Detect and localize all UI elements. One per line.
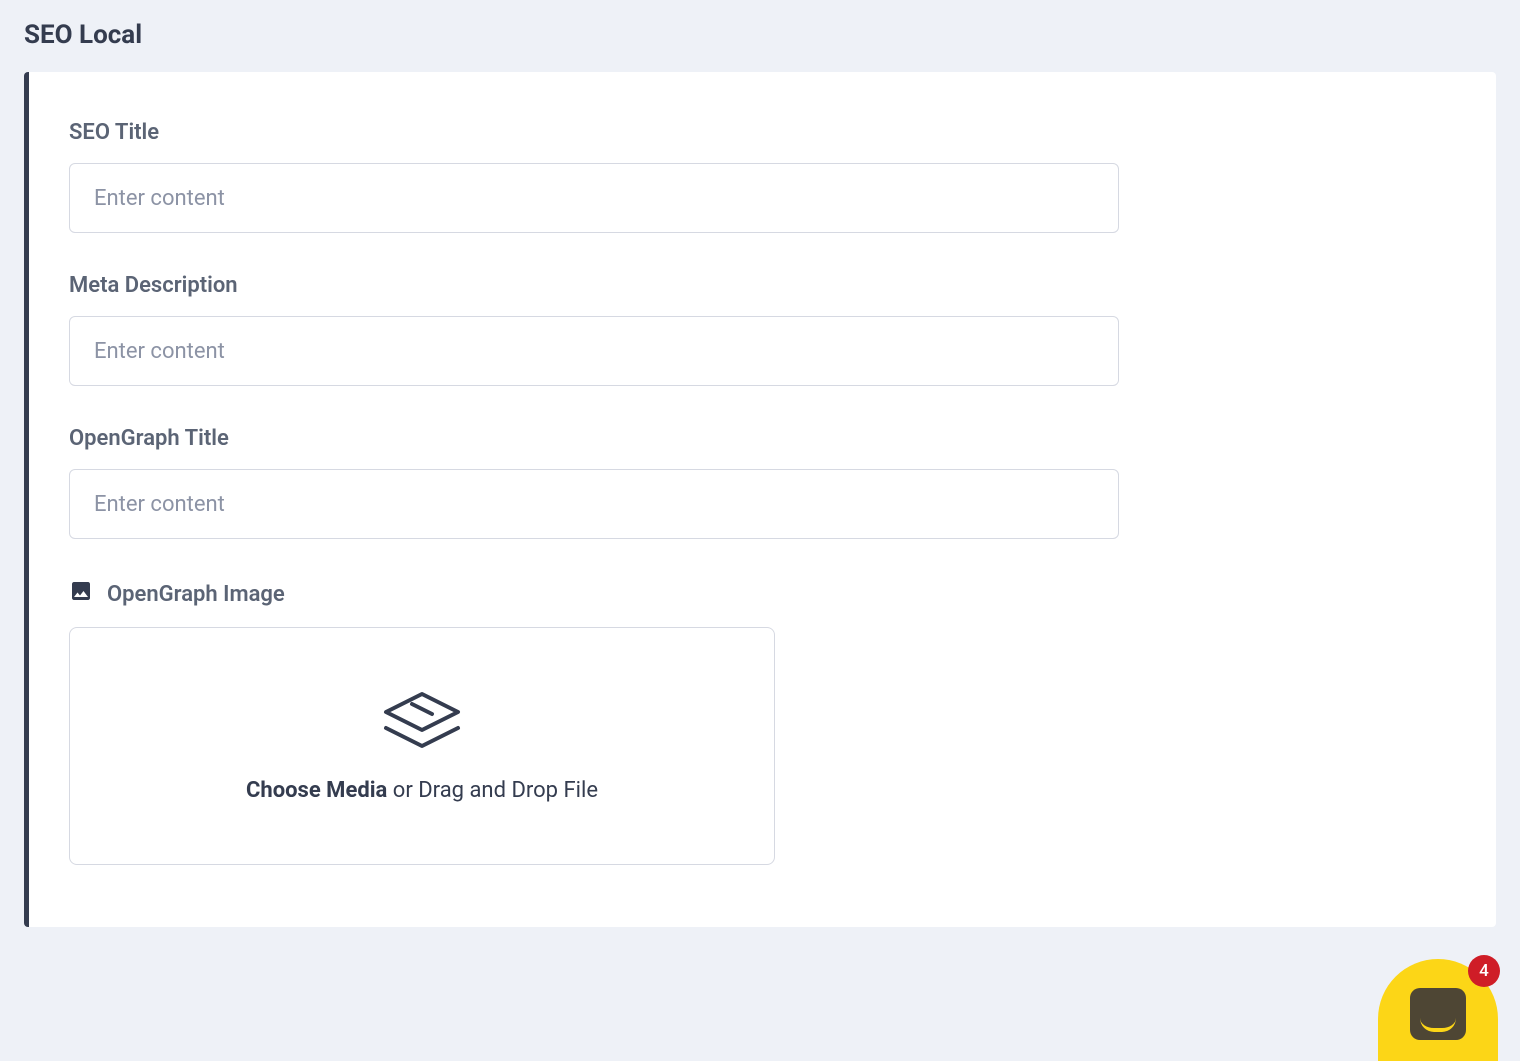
chat-badge: 4 [1468,955,1500,987]
media-stack-icon [376,690,468,762]
meta-description-group: Meta Description [69,273,1456,386]
meta-description-input[interactable] [69,316,1119,386]
meta-description-label: Meta Description [69,273,1456,298]
og-image-dropzone[interactable]: Choose Media or Drag and Drop File [69,627,775,865]
dropzone-choose-text: Choose Media [246,778,387,803]
chat-icon [1410,988,1466,1040]
og-image-label-row: OpenGraph Image [69,579,1456,609]
og-title-label: OpenGraph Title [69,426,1456,451]
seo-title-label: SEO Title [69,120,1456,145]
page-title: SEO Local [0,0,1520,72]
og-image-group: OpenGraph Image Choose Media or Drag and… [69,579,1456,865]
seo-local-card: SEO Title Meta Description OpenGraph Tit… [24,72,1496,927]
image-icon [69,579,93,609]
og-title-group: OpenGraph Title [69,426,1456,539]
og-image-label: OpenGraph Image [107,582,285,607]
seo-title-group: SEO Title [69,120,1456,233]
dropzone-drag-text: or Drag and Drop File [387,778,598,803]
og-title-input[interactable] [69,469,1119,539]
dropzone-text: Choose Media or Drag and Drop File [246,778,598,803]
seo-title-input[interactable] [69,163,1119,233]
chat-widget-button[interactable]: 4 [1378,959,1498,1061]
